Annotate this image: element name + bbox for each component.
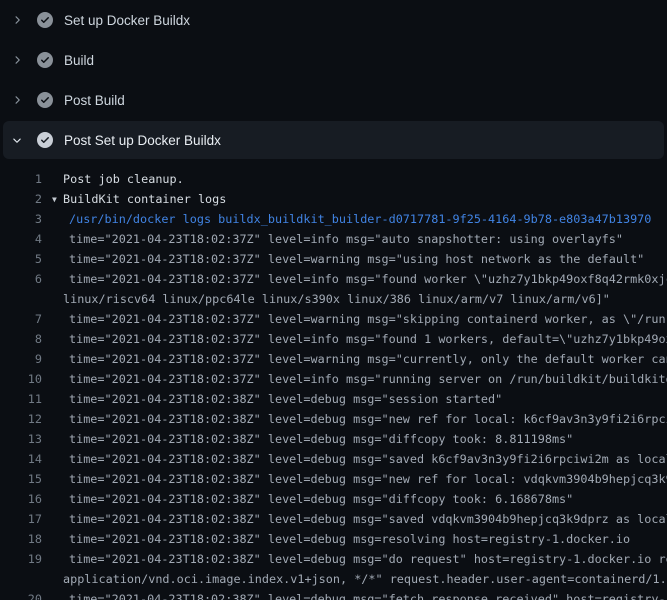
line-number-link[interactable]: 16 (0, 489, 42, 509)
log-text: time="2021-04-23T18:02:38Z" level=debug … (42, 389, 667, 409)
log-text: application/vnd.oci.image.index.v1+json,… (42, 569, 667, 589)
log-line: 2 ▼BuildKit container logs (0, 189, 667, 209)
log-line: 7 time="2021-04-23T18:02:37Z" level=warn… (0, 309, 667, 329)
chevron-right-icon[interactable] (9, 12, 25, 28)
line-number-link[interactable]: 12 (0, 409, 42, 429)
log-line: 15 time="2021-04-23T18:02:38Z" level=deb… (0, 469, 667, 489)
line-number-link[interactable]: 14 (0, 449, 42, 469)
line-number-link[interactable]: 19 (0, 549, 42, 569)
steps-list: Set up Docker Buildx Build Post Build (0, 0, 667, 160)
log-text: time="2021-04-23T18:02:38Z" level=debug … (42, 549, 667, 569)
log-line: application/vnd.oci.image.index.v1+json,… (0, 569, 667, 589)
step-label: Post Build (64, 93, 125, 108)
chevron-down-icon[interactable] (9, 132, 25, 148)
line-number-link[interactable]: 8 (0, 329, 42, 349)
log-lines: 1 Post job cleanup. 2 ▼BuildKit containe… (0, 160, 667, 600)
log-line: 6 time="2021-04-23T18:02:37Z" level=info… (0, 269, 667, 289)
log-text: time="2021-04-23T18:02:38Z" level=debug … (42, 449, 667, 469)
line-number-link[interactable]: 11 (0, 389, 42, 409)
log-text: time="2021-04-23T18:02:37Z" level=info m… (42, 229, 667, 249)
line-number-link[interactable]: 9 (0, 349, 42, 369)
line-number-link[interactable]: 17 (0, 509, 42, 529)
github-actions-log-viewer: Set up Docker Buildx Build Post Build (0, 0, 667, 600)
log-line: 10 time="2021-04-23T18:02:37Z" level=inf… (0, 369, 667, 389)
chevron-right-icon[interactable] (9, 52, 25, 68)
log-line: 14 time="2021-04-23T18:02:38Z" level=deb… (0, 449, 667, 469)
line-number-link[interactable]: 2 (0, 189, 42, 209)
line-number-link[interactable]: 5 (0, 249, 42, 269)
log-text: /usr/bin/docker logs buildx_buildkit_bui… (42, 209, 667, 229)
line-number-link[interactable]: 1 (0, 169, 42, 189)
group-title: BuildKit container logs (63, 192, 226, 206)
step-row-post-set-up-docker-buildx[interactable]: Post Set up Docker Buildx (0, 120, 667, 160)
log-group-toggle[interactable]: ▼BuildKit container logs (42, 189, 667, 209)
log-line: 17 time="2021-04-23T18:02:38Z" level=deb… (0, 509, 667, 529)
line-number-link[interactable]: 3 (0, 209, 42, 229)
check-circle-icon (37, 92, 53, 108)
log-line: 3 /usr/bin/docker logs buildx_buildkit_b… (0, 209, 667, 229)
line-number-link[interactable]: 4 (0, 229, 42, 249)
step-label: Build (64, 53, 94, 68)
log-text: Post job cleanup. (42, 169, 667, 189)
log-line: 9 time="2021-04-23T18:02:37Z" level=warn… (0, 349, 667, 369)
log-text: time="2021-04-23T18:02:37Z" level=info m… (42, 329, 667, 349)
log-line: 8 time="2021-04-23T18:02:37Z" level=info… (0, 329, 667, 349)
log-line: 11 time="2021-04-23T18:02:38Z" level=deb… (0, 389, 667, 409)
check-circle-icon (37, 12, 53, 28)
log-text: time="2021-04-23T18:02:37Z" level=info m… (42, 369, 667, 389)
line-number-link[interactable]: 6 (0, 269, 42, 289)
log-text: time="2021-04-23T18:02:37Z" level=warnin… (42, 249, 667, 269)
log-text: time="2021-04-23T18:02:37Z" level=info m… (42, 269, 667, 289)
step-row-build[interactable]: Build (0, 40, 667, 80)
log-text: time="2021-04-23T18:02:38Z" level=debug … (42, 589, 667, 600)
log-line: 20 time="2021-04-23T18:02:38Z" level=deb… (0, 589, 667, 600)
log-text: time="2021-04-23T18:02:38Z" level=debug … (42, 509, 667, 529)
triangle-down-icon: ▼ (52, 190, 63, 209)
chevron-right-icon[interactable] (9, 92, 25, 108)
log-line: 18 time="2021-04-23T18:02:38Z" level=deb… (0, 529, 667, 549)
log-text: time="2021-04-23T18:02:37Z" level=warnin… (42, 349, 667, 369)
log-line: 5 time="2021-04-23T18:02:37Z" level=warn… (0, 249, 667, 269)
line-number-link[interactable]: 18 (0, 529, 42, 549)
log-text: linux/riscv64 linux/ppc64le linux/s390x … (42, 289, 667, 309)
log-line: linux/riscv64 linux/ppc64le linux/s390x … (0, 289, 667, 309)
step-row-set-up-docker-buildx[interactable]: Set up Docker Buildx (0, 0, 667, 40)
step-label: Post Set up Docker Buildx (64, 133, 221, 148)
check-circle-icon (37, 132, 53, 148)
log-line: 16 time="2021-04-23T18:02:38Z" level=deb… (0, 489, 667, 509)
log-text: time="2021-04-23T18:02:38Z" level=debug … (42, 469, 667, 489)
log-text: time="2021-04-23T18:02:38Z" level=debug … (42, 529, 667, 549)
line-number-link[interactable]: 15 (0, 469, 42, 489)
line-number-link[interactable]: 7 (0, 309, 42, 329)
log-text: time="2021-04-23T18:02:38Z" level=debug … (42, 429, 667, 449)
log-text: time="2021-04-23T18:02:37Z" level=warnin… (42, 309, 667, 329)
log-text: time="2021-04-23T18:02:38Z" level=debug … (42, 409, 667, 429)
log-line: 19 time="2021-04-23T18:02:38Z" level=deb… (0, 549, 667, 569)
log-line: 12 time="2021-04-23T18:02:38Z" level=deb… (0, 409, 667, 429)
line-number-link[interactable]: 10 (0, 369, 42, 389)
log-line: 4 time="2021-04-23T18:02:37Z" level=info… (0, 229, 667, 249)
line-number-link[interactable] (0, 569, 42, 589)
check-circle-icon (37, 52, 53, 68)
log-line: 1 Post job cleanup. (0, 169, 667, 189)
log-line: 13 time="2021-04-23T18:02:38Z" level=deb… (0, 429, 667, 449)
log-text: time="2021-04-23T18:02:38Z" level=debug … (42, 489, 667, 509)
line-number-link[interactable] (0, 289, 42, 309)
step-row-post-build[interactable]: Post Build (0, 80, 667, 120)
line-number-link[interactable]: 13 (0, 429, 42, 449)
line-number-link[interactable]: 20 (0, 589, 42, 600)
step-label: Set up Docker Buildx (64, 13, 190, 28)
